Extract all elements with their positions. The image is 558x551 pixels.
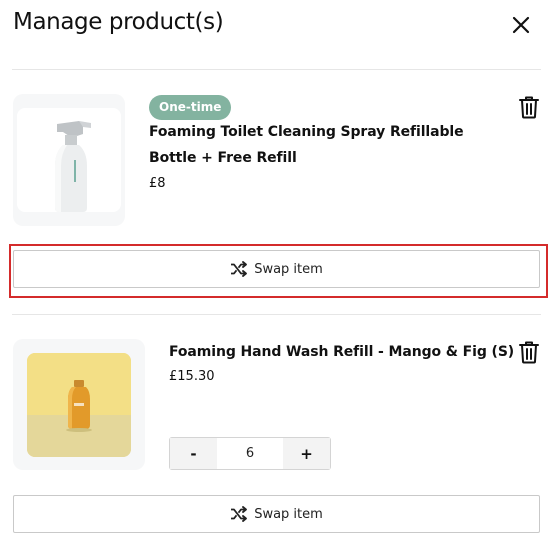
shuffle-icon bbox=[231, 506, 248, 522]
quantity-stepper: - + bbox=[169, 437, 331, 470]
delete-product-button[interactable] bbox=[518, 95, 540, 119]
trash-icon bbox=[519, 96, 539, 119]
product-thumbnail bbox=[13, 94, 125, 226]
shuffle-icon bbox=[231, 261, 248, 277]
trash-icon bbox=[519, 341, 539, 364]
modal-header: Manage product(s) bbox=[0, 0, 558, 70]
product-name: Foaming Toilet Cleaning Spray Refillable… bbox=[149, 124, 464, 166]
decrement-button[interactable]: - bbox=[170, 438, 217, 469]
quantity-input[interactable] bbox=[217, 438, 283, 469]
swap-item-button[interactable]: Swap item bbox=[13, 495, 540, 533]
header-divider bbox=[12, 69, 541, 70]
hand-wash-bottle-image bbox=[27, 353, 131, 457]
product-price: £8 bbox=[149, 176, 166, 191]
delete-product-button[interactable] bbox=[518, 340, 540, 364]
product-thumbnail bbox=[13, 339, 145, 470]
spray-bottle-image bbox=[55, 121, 91, 212]
product-price: £15.30 bbox=[169, 369, 215, 384]
close-icon bbox=[512, 16, 530, 34]
product-image bbox=[17, 108, 121, 212]
close-button[interactable] bbox=[508, 12, 534, 38]
page-title: Manage product(s) bbox=[13, 9, 224, 35]
product-name: Foaming Hand Wash Refill - Mango & Fig (… bbox=[169, 344, 515, 360]
swap-item-label: Swap item bbox=[254, 261, 323, 277]
swap-item-label: Swap item bbox=[254, 506, 323, 522]
product-divider bbox=[12, 314, 541, 315]
swap-item-button[interactable]: Swap item bbox=[13, 250, 540, 288]
product-image bbox=[27, 353, 131, 457]
purchase-type-badge: One-time bbox=[149, 95, 232, 120]
increment-button[interactable]: + bbox=[283, 438, 330, 469]
